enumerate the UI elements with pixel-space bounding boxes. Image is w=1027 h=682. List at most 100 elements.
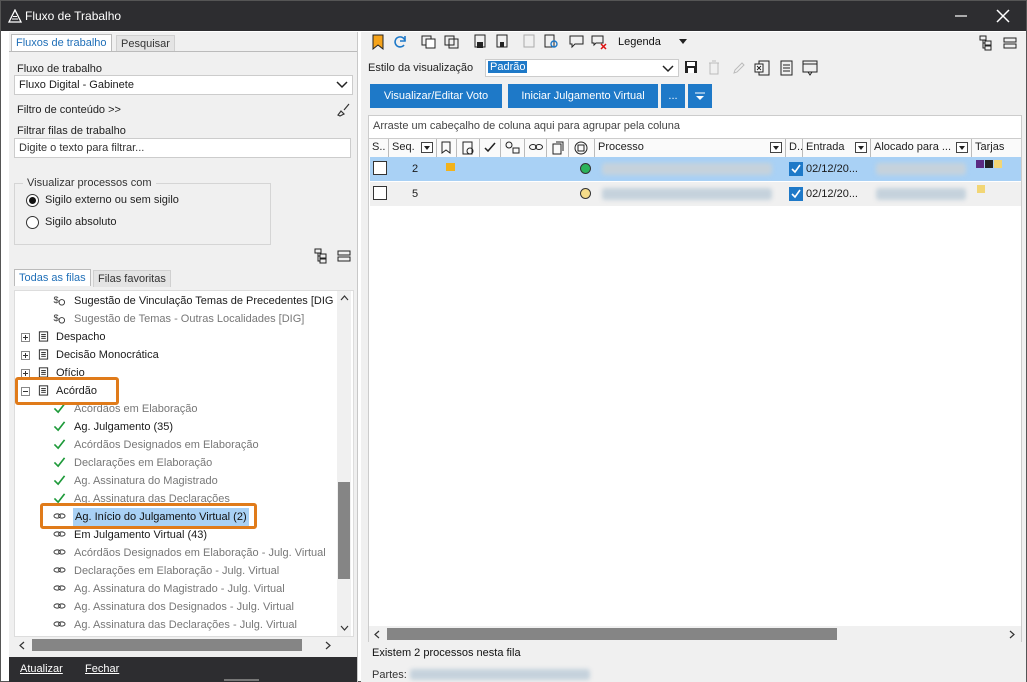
column-header-entrada[interactable]: Entrada (803, 139, 871, 157)
scroll-left-icon[interactable] (374, 630, 380, 639)
column-header-s[interactable]: S.. (369, 139, 389, 157)
d-checked-checkbox[interactable] (789, 187, 803, 201)
table-row[interactable]: 2 02/12/20... (370, 157, 1021, 181)
minimize-icon[interactable] (951, 7, 971, 25)
svg-text:$: $ (54, 295, 59, 305)
content-filter-link[interactable]: Filtro de conteúdo >> (17, 104, 121, 116)
filter-dropdown-icon[interactable] (770, 142, 782, 153)
view-style-label: Estilo da visualização (368, 62, 474, 74)
tree-item-label: Sugestão de Temas - Outras Localidades [… (74, 313, 305, 325)
view-style-select[interactable]: Padrão (485, 59, 679, 77)
scroll-left-icon[interactable] (19, 641, 25, 650)
close-panel-button[interactable]: Fechar (85, 663, 119, 675)
view-edit-vote-button[interactable]: Visualizar/Editar Voto (370, 84, 502, 108)
document-list-icon[interactable] (780, 60, 793, 76)
column-header-seq[interactable]: Seq. (389, 139, 437, 157)
save-icon[interactable] (684, 60, 698, 74)
filter-dropdown-icon[interactable] (855, 142, 867, 153)
comment-icon[interactable] (569, 35, 584, 49)
workflow-label: Fluxo de trabalho (17, 63, 102, 75)
tree-expand-icon[interactable] (314, 248, 330, 264)
comment-delete-icon[interactable] (591, 35, 607, 50)
tarja-yellow (977, 185, 985, 193)
status-area: Existem 2 processos nesta fila Partes: (368, 642, 1022, 682)
grid-hscroll-thumb[interactable] (387, 628, 837, 640)
radio-external-secrecy-label[interactable]: Sigilo externo ou sem sigilo (45, 194, 179, 206)
radio-absolute-secrecy-label[interactable]: Sigilo absoluto (45, 216, 117, 228)
scroll-right-icon[interactable] (1009, 630, 1015, 639)
column-header-seq-label: Seq. (392, 141, 415, 153)
column-header-documents[interactable] (547, 139, 569, 157)
broom-icon[interactable] (337, 103, 351, 117)
workflow-select-value: Fluxo Digital - Gabinete (19, 79, 134, 91)
tree-collapse-icon[interactable] (337, 249, 351, 263)
tab-all-queues[interactable]: Todas as filas (14, 269, 91, 286)
tarja-yellow (994, 160, 1002, 168)
workflow-select[interactable]: Fluxo Digital - Gabinete (14, 75, 353, 95)
tab-workflows[interactable]: Fluxos de trabalho (11, 34, 112, 51)
more-actions-button[interactable]: ... (661, 84, 685, 108)
left-bottom-bar: Atualizar Fechar (9, 657, 357, 682)
column-header-d[interactable]: D.. (786, 139, 803, 157)
window-settings-icon[interactable] (802, 60, 818, 76)
tab-favorite-queues[interactable]: Filas favoritas (93, 270, 171, 287)
legend-button[interactable]: Legenda (618, 36, 661, 48)
refresh-icon[interactable] (393, 35, 407, 49)
d-checked-checkbox[interactable] (789, 162, 803, 176)
tree-item-label: Decisão Monocrática (56, 349, 159, 361)
tab-search[interactable]: Pesquisar (116, 35, 175, 52)
table-row[interactable]: 5 02/12/20... (370, 182, 1021, 206)
export-excel-icon[interactable] (754, 60, 770, 76)
start-virtual-judgment-button[interactable]: Iniciar Julgamento Virtual (508, 84, 658, 108)
filter-dropdown-icon[interactable] (421, 142, 433, 153)
plus-icon[interactable] (21, 351, 30, 360)
check-icon (53, 421, 66, 432)
radio-absolute-secrecy[interactable] (26, 216, 39, 229)
column-header-tarjas[interactable]: Tarjas (972, 139, 1021, 157)
column-header-copies[interactable] (569, 139, 595, 157)
column-header-check[interactable] (480, 139, 501, 157)
plus-icon[interactable] (21, 333, 30, 342)
windows-icon[interactable] (444, 35, 459, 49)
window-title: Fluxo de Trabalho (25, 9, 122, 23)
document-lock-icon[interactable] (473, 34, 487, 50)
scroll-up-icon[interactable] (340, 295, 349, 301)
tree-scroll-thumb[interactable] (338, 482, 350, 579)
bookmark-icon[interactable] (371, 34, 385, 50)
tree-item-label: Ag. Assinatura do Magistrado (74, 475, 218, 487)
panel-layout-icon[interactable] (1003, 36, 1017, 50)
row-select-checkbox[interactable] (373, 161, 387, 175)
filter-dropdown-button[interactable] (688, 84, 712, 108)
column-header-attachments[interactable] (457, 139, 480, 157)
filter-dropdown-icon[interactable] (956, 142, 968, 153)
tree-item-label: Declarações em Elaboração - Julg. Virtua… (74, 565, 280, 577)
status-text: Existem 2 processos nesta fila (372, 647, 521, 659)
column-header-link[interactable] (525, 139, 547, 157)
redacted-allocated (876, 188, 966, 200)
column-header-processo[interactable]: Processo (595, 139, 786, 157)
copy-icon[interactable] (421, 35, 436, 49)
scroll-right-icon[interactable] (325, 641, 331, 650)
process-grid: Arraste um cabeçalho de coluna aqui para… (368, 115, 1022, 645)
column-header-alocado[interactable]: Alocado para ... (871, 139, 972, 157)
legend-dropdown-icon[interactable] (679, 39, 687, 44)
tree-vertical-scrollbar[interactable] (337, 291, 351, 636)
queue-filter-input[interactable]: Digite o texto para filtrar... (14, 138, 351, 158)
scroll-down-icon[interactable] (340, 625, 349, 631)
document-search-icon[interactable] (544, 34, 560, 50)
yellow-flag-icon (446, 163, 455, 171)
close-icon[interactable] (993, 6, 1013, 26)
row-select-checkbox[interactable] (373, 186, 387, 200)
radio-external-secrecy[interactable] (26, 194, 39, 207)
tree-hscroll-thumb[interactable] (32, 639, 302, 651)
row-seq: 5 (412, 188, 419, 200)
tree-horizontal-scrollbar[interactable] (14, 637, 337, 653)
tree-layout-icon[interactable] (979, 35, 995, 51)
save-document-icon[interactable] (495, 34, 509, 50)
check-icon (53, 475, 66, 486)
update-button[interactable]: Atualizar (20, 663, 63, 675)
column-header-bookmark[interactable] (437, 139, 457, 157)
column-header-flow[interactable] (501, 139, 525, 157)
app-window: Fluxo de Trabalho Fluxos de trabalho Pes… (0, 0, 1027, 682)
grid-horizontal-scrollbar[interactable] (369, 626, 1021, 642)
